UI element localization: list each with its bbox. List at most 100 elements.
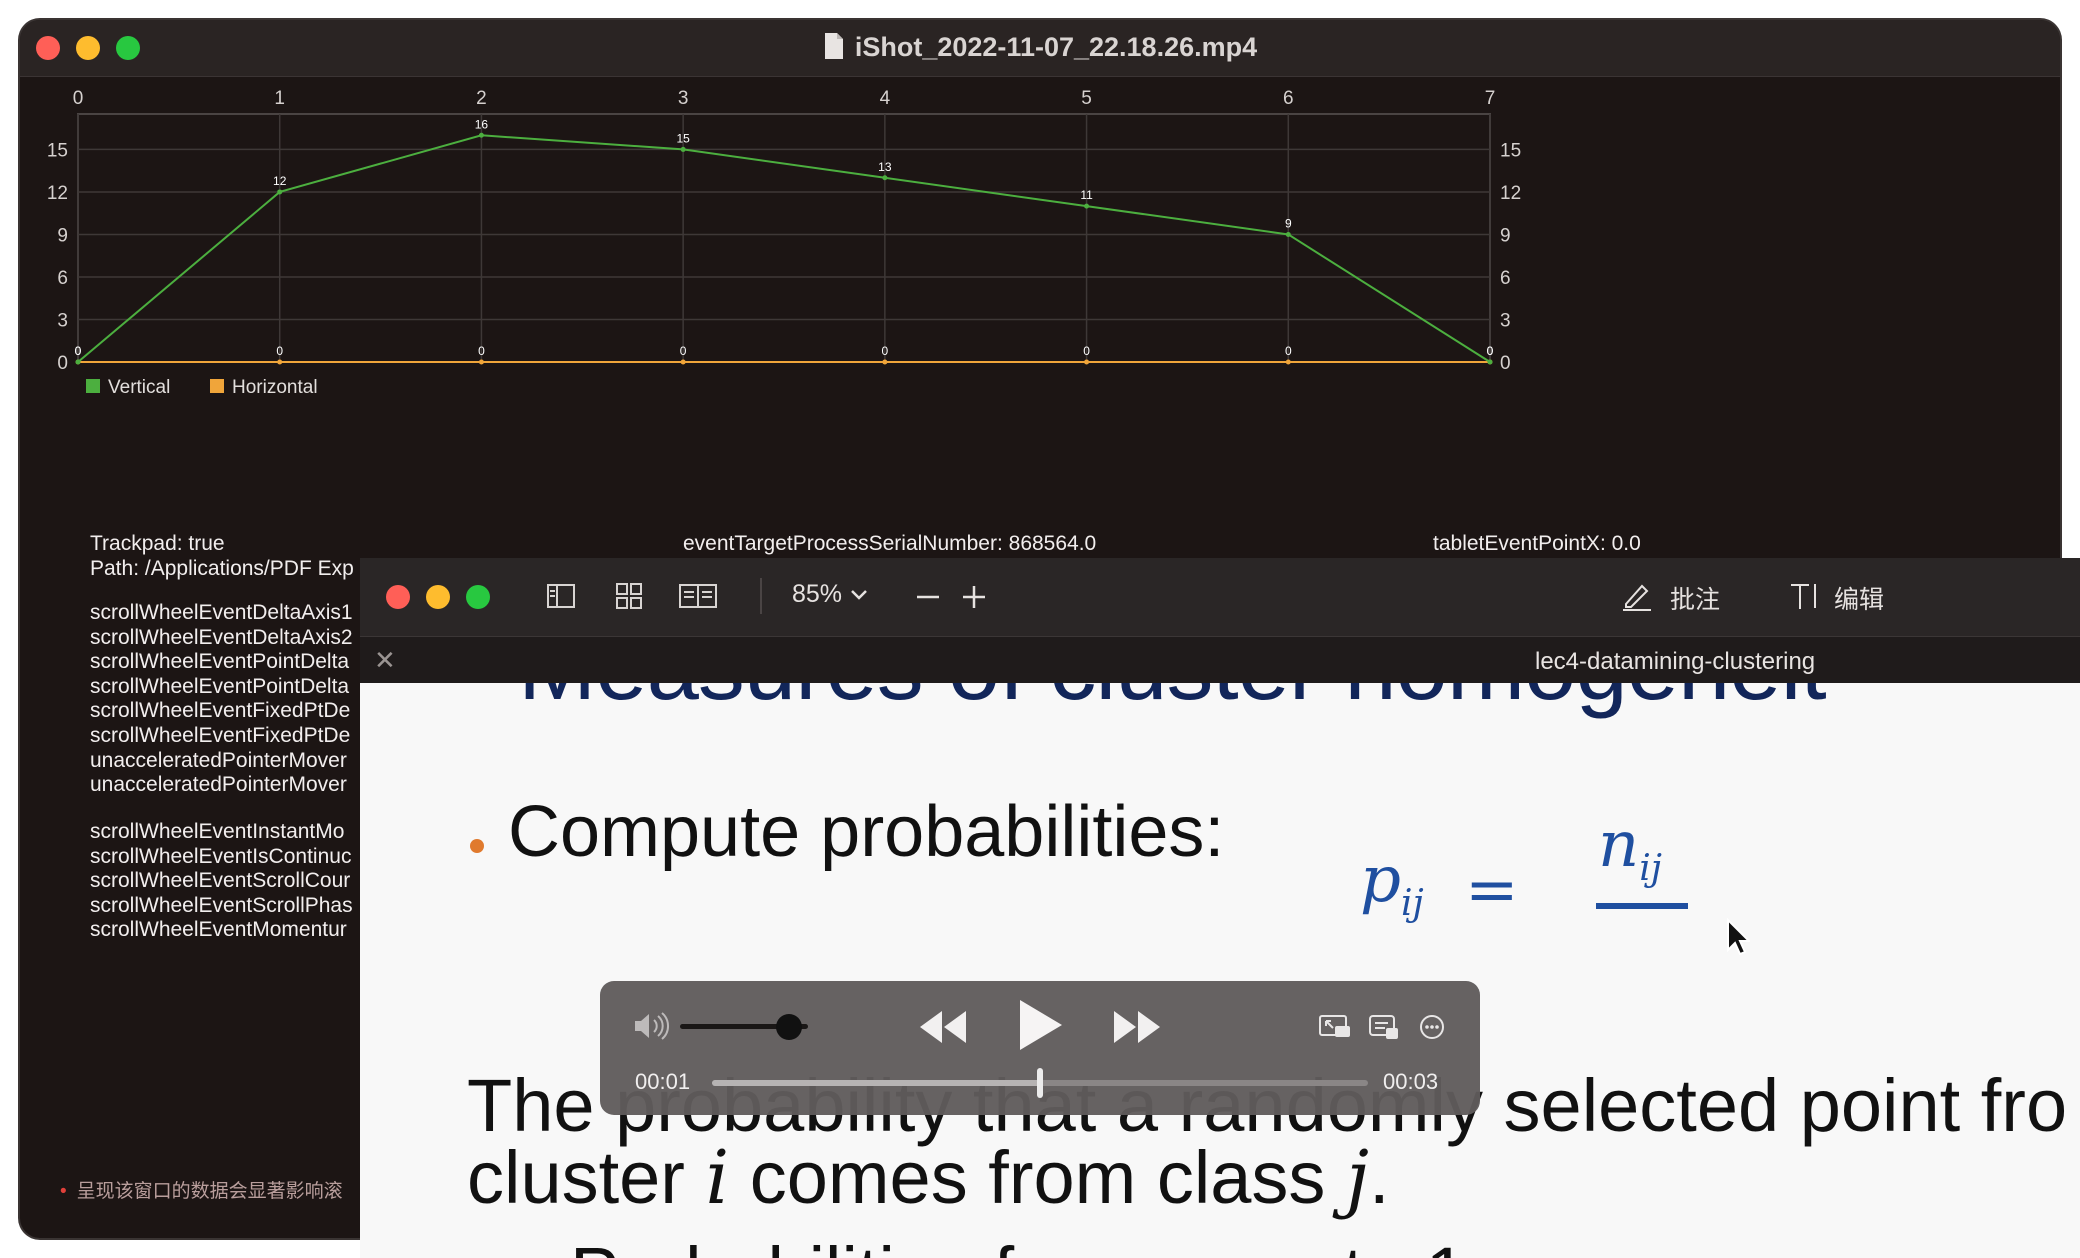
fraction-bar [1596, 903, 1688, 909]
zoom-value: 85% [792, 580, 843, 608]
y-tick-label-left: 9 [57, 225, 68, 246]
progress-bar[interactable] [712, 1068, 1368, 1098]
chevron-down-icon [849, 580, 869, 608]
sidebar-toggle-icon[interactable] [546, 582, 576, 615]
x-tick-label: 1 [274, 88, 285, 109]
y-tick-label-right: 0 [1500, 353, 1511, 374]
legend-label-vertical: Vertical [108, 377, 170, 398]
reading-mode-icon[interactable] [678, 582, 718, 615]
rewind-icon[interactable] [918, 1007, 968, 1052]
x-tick-label: 3 [678, 88, 689, 109]
data-label-horizontal: 0 [276, 344, 283, 358]
window-title: iShot_2022-11-07_22.18.26.mp4 [854, 32, 1258, 62]
chart-canvas: 0 1 2 3 4 5 6 70 03 36 69 912 1215 150 0 0 0 0 0 0 001216151… [47, 88, 1521, 398]
progress-fill [712, 1080, 1040, 1086]
scroll-chart: 0 1 2 3 4 5 6 7 0 0 3 3 6 6 9 9 12 12 15 15 0 0 0 0 0 0 0 0 0 12 16 15 1… [20, 76, 2060, 501]
y-tick-label-left: 12 [47, 183, 68, 204]
play-icon[interactable] [1014, 997, 1064, 1058]
mouse-cursor-icon [1726, 917, 1752, 961]
plot-frame [77, 113, 1491, 363]
total-time: 00:03 [1383, 1069, 1439, 1094]
edit-text-icon[interactable] [1788, 580, 1822, 617]
volume-knob[interactable] [775, 1014, 802, 1040]
formula-lhs: pij [1360, 843, 1424, 924]
zoom-in-icon[interactable] [961, 584, 987, 615]
data-label-horizontal: 0 [882, 344, 889, 358]
title-bar[interactable]: iShot_2022-11-07_22.18.26.mp4 [20, 20, 2060, 77]
slide-heading: Measures of cluster homogeneit [518, 683, 1827, 721]
data-label-horizontal: 0 [680, 344, 687, 358]
pdf-toolbar: 85% 批注 编辑 [360, 558, 2080, 637]
data-point-vertical [478, 132, 484, 138]
x-tick-label: 0 [73, 88, 84, 109]
data-point-horizontal [1084, 359, 1090, 365]
slide-line-3: Probabilities for ... sum to 1 [570, 1231, 1467, 1258]
scroll-event-list: scrollWheelEventDeltaAxis1 scrollWheelEve… [90, 601, 353, 798]
annotate-pen-icon[interactable] [1620, 580, 1654, 617]
pdf-close-button[interactable] [386, 585, 410, 609]
data-label-vertical: 16 [475, 117, 489, 131]
y-tick-label-right: 12 [1500, 183, 1521, 204]
data-point-horizontal [277, 359, 283, 365]
data-point-horizontal [882, 359, 888, 365]
data-point-horizontal [478, 359, 484, 365]
document-tab-title[interactable]: lec4-datamining-clustering [1535, 648, 1815, 676]
more-options-icon[interactable] [1418, 1013, 1446, 1046]
event-target-info: eventTargetProcessSerialNumber: 868564.0 [683, 532, 1097, 555]
formula-equals: = [1465, 853, 1519, 927]
scroll-momentum-list: scrollWheelEventInstantMo scrollWheelEven… [90, 820, 353, 943]
data-label-horizontal: 0 [1285, 344, 1292, 358]
y-tick-label-left: 3 [57, 310, 68, 331]
bullet-text: Compute probabilities: [508, 792, 1225, 872]
zoom-dropdown[interactable]: 85% [792, 580, 869, 609]
event-field-label: scrollWheelEventPointDelta [90, 650, 350, 674]
x-tick-label: 4 [880, 88, 891, 109]
event-field-label: scrollWheelEventIsContinuc [90, 844, 352, 868]
event-field-label: scrollWheelEventScrollPhas [90, 893, 353, 917]
x-tick-label: 2 [476, 88, 487, 109]
y-tick-label-right: 6 [1500, 268, 1511, 289]
media-player-controls: 00:01 00:03 [600, 981, 1480, 1115]
x-tick-label: 7 [1485, 88, 1496, 109]
y-tick-label-left: 6 [57, 268, 68, 289]
annotate-button[interactable]: 批注 [1670, 580, 1720, 616]
playhead[interactable] [1037, 1068, 1043, 1098]
thumbnails-grid-icon[interactable] [614, 581, 644, 616]
picture-in-picture-icon[interactable] [1318, 1013, 1352, 1046]
data-label-vertical: 0 [1487, 344, 1494, 358]
fast-forward-icon[interactable] [1112, 1007, 1162, 1052]
data-label-vertical: 0 [75, 344, 82, 358]
current-time: 00:01 [635, 1069, 691, 1094]
event-field-label: scrollWheelEventInstantMo [90, 820, 345, 843]
data-point-horizontal [1285, 359, 1291, 365]
data-label-vertical: 13 [878, 160, 892, 174]
y-tick-label-right: 15 [1500, 140, 1521, 161]
data-label-horizontal: 0 [1083, 344, 1090, 358]
subtitles-icon[interactable] [1368, 1013, 1400, 1046]
event-field-label: scrollWheelEventFixedPtDe [90, 723, 351, 747]
tab-close-icon[interactable]: ✕ [374, 645, 396, 676]
data-label-vertical: 9 [1285, 216, 1292, 230]
pdf-minimize-button[interactable] [426, 585, 450, 609]
legend-swatch-horizontal [210, 379, 224, 393]
pdf-zoom-window-button[interactable] [466, 585, 490, 609]
data-point-vertical [1084, 203, 1090, 209]
volume-icon[interactable] [632, 1011, 670, 1046]
edit-button[interactable]: 编辑 [1834, 580, 1884, 616]
event-field-label: scrollWheelEventDeltaAxis1 [90, 601, 353, 624]
data-point-vertical [1487, 359, 1493, 365]
y-tick-label-left: 15 [47, 140, 68, 161]
tablet-x-info: tabletEventPointX: 0.0 [1433, 532, 1641, 555]
data-label-vertical: 15 [676, 131, 690, 145]
footnote: • 呈现该窗口的数据会显著影响滚 [60, 1181, 343, 1202]
zoom-out-icon[interactable] [915, 584, 941, 615]
trackpad-info: Trackpad: true [90, 532, 225, 555]
bullet-dot-icon [470, 839, 484, 853]
document-tab-bar [360, 637, 2080, 683]
series-line-vertical [77, 134, 1491, 363]
y-tick-label-right: 9 [1500, 225, 1511, 246]
data-point-horizontal [680, 359, 686, 365]
event-field-label: scrollWheelEventScrollCour [90, 869, 351, 893]
legend-swatch-vertical [86, 379, 100, 393]
data-point-vertical [1285, 231, 1291, 237]
